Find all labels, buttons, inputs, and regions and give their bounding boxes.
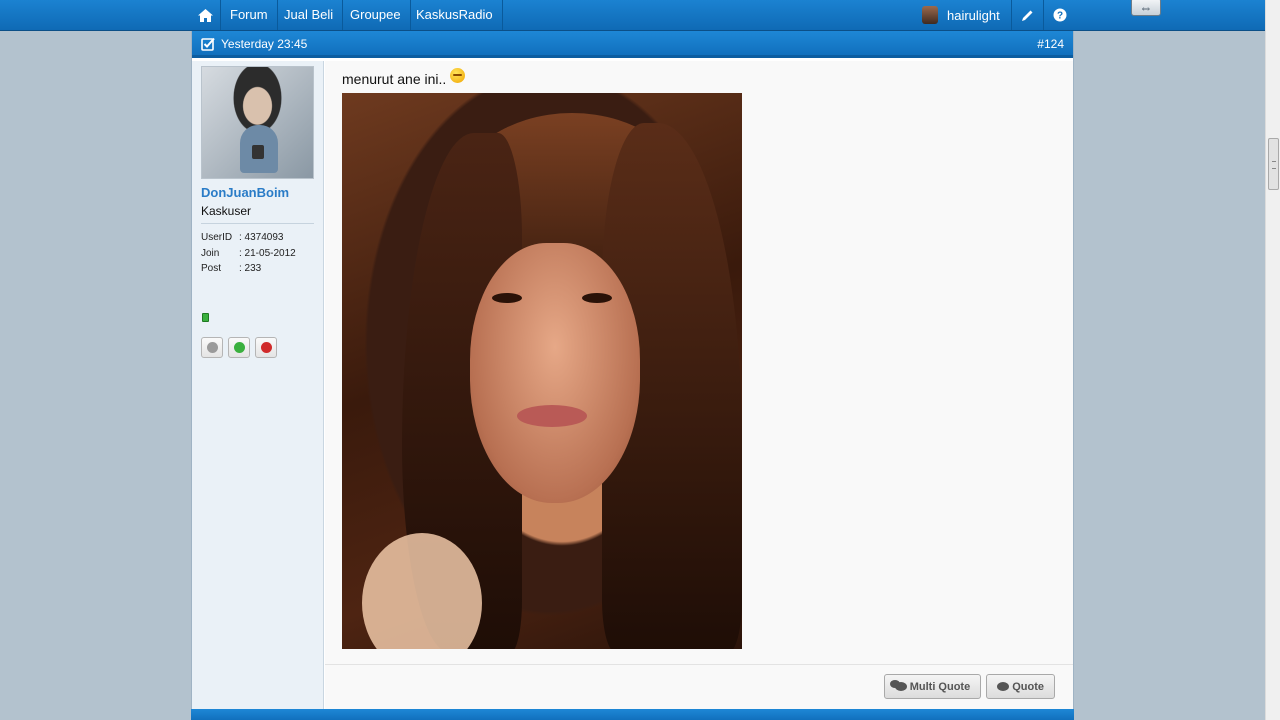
user-menu[interactable]: hairulight — [922, 0, 1000, 30]
write-button[interactable] — [1011, 0, 1043, 30]
post-image[interactable] — [342, 93, 742, 649]
smiley-icon — [450, 67, 466, 83]
stat-join: Join : 21-05-2012 — [201, 248, 296, 264]
home-button[interactable] — [191, 0, 221, 30]
scrollbar-thumb[interactable] — [1268, 138, 1279, 190]
photo-lips — [517, 405, 587, 427]
author-actions — [201, 337, 277, 358]
quote-button[interactable]: Quote — [986, 674, 1055, 699]
comments-icon — [889, 680, 907, 691]
stat-key: UserID — [201, 232, 233, 243]
help-icon: ? — [1053, 8, 1066, 22]
photo-eye-left — [492, 293, 522, 303]
author-title: Kaskuser — [201, 204, 252, 218]
post-header: Yesterday 23:45 #124 — [192, 31, 1073, 58]
checkbox-icon[interactable] — [201, 37, 215, 51]
stat-value: : 233 — [239, 263, 262, 274]
author-stats: UserID : 4374093 Join : 21-05-2012 Post … — [201, 232, 296, 279]
quote-label: Quote — [1012, 680, 1044, 693]
home-icon — [198, 8, 213, 22]
post-body: DonJuanBoim Kaskuser UserID : 4374093 Jo… — [192, 61, 1073, 711]
author-username[interactable]: DonJuanBoim — [201, 185, 289, 200]
photo-eye-right — [582, 293, 612, 303]
avatar-gun — [252, 145, 264, 159]
post-124: Yesterday 23:45 #124 DonJuanBoim Kaskuse… — [191, 31, 1074, 711]
post-message-text: menurut ane ini.. — [342, 71, 447, 87]
post-content: menurut ane ini.. Multi Quote Quote — [325, 61, 1073, 711]
report-icon — [260, 342, 272, 353]
nav-username: hairulight — [947, 7, 1000, 23]
next-post-header — [191, 709, 1074, 720]
help-button[interactable]: ? — [1043, 0, 1075, 30]
comment-icon — [997, 682, 1010, 691]
author-divider — [201, 223, 314, 224]
photo-face — [470, 243, 640, 503]
post-number-link[interactable]: #124 — [1037, 37, 1064, 51]
post-footer-buttons: Multi Quote Quote — [883, 674, 1055, 699]
resize-arrows-icon: ⇔ — [1139, 0, 1153, 15]
stat-key: Post — [201, 263, 222, 274]
author-panel: DonJuanBoim Kaskuser UserID : 4374093 Jo… — [192, 61, 324, 711]
top-nav-bar: Forum Jual Beli Groupee KaskusRadio hair… — [0, 0, 1265, 31]
page-scrollbar[interactable] — [1265, 0, 1280, 720]
post-message: menurut ane ini.. — [342, 67, 466, 87]
online-status-indicator — [202, 313, 209, 322]
stat-value: : 21-05-2012 — [239, 247, 296, 259]
post-date: Yesterday 23:45 — [221, 37, 308, 51]
plus-rep-icon — [233, 342, 245, 353]
nav-groupee[interactable]: Groupee — [341, 0, 411, 30]
stat-key: Join — [201, 247, 220, 259]
reputation-neutral-button[interactable] — [201, 337, 223, 358]
nav-forum[interactable]: Forum — [221, 0, 278, 30]
multi-quote-label: Multi Quote — [909, 680, 971, 693]
multi-quote-button[interactable]: Multi Quote — [883, 674, 982, 699]
stat-userid: UserID : 4374093 — [201, 232, 296, 248]
report-button[interactable] — [255, 337, 277, 358]
stat-value: : 4374093 — [239, 232, 284, 243]
user-avatar — [922, 6, 938, 24]
svg-text:?: ? — [1056, 11, 1062, 22]
pencil-icon — [1022, 10, 1033, 21]
stat-post: Post : 233 — [201, 263, 296, 279]
nav-kaskusradio[interactable]: KaskusRadio — [407, 0, 503, 30]
post-footer-divider — [325, 664, 1073, 665]
expand-width-button[interactable]: ⇔ — [1131, 0, 1161, 16]
neutral-rep-icon — [206, 342, 218, 353]
author-avatar[interactable] — [201, 66, 314, 179]
nav-jual-beli[interactable]: Jual Beli — [275, 0, 344, 30]
give-reputation-button[interactable] — [228, 337, 250, 358]
